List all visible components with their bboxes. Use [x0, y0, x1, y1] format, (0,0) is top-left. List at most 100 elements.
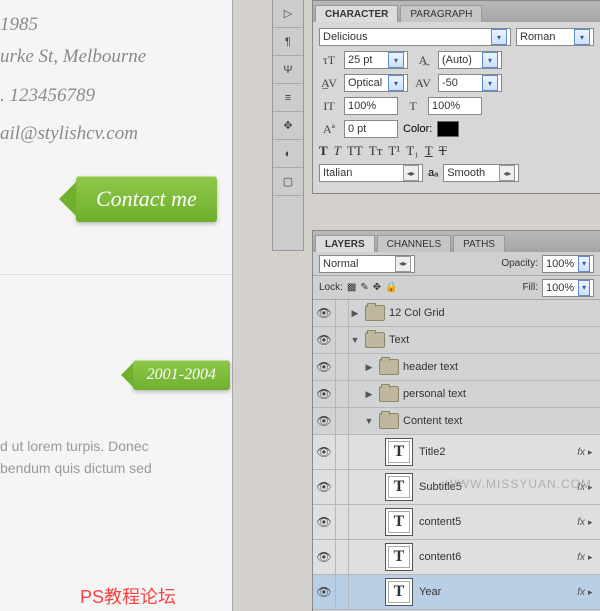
tab-character[interactable]: CHARACTER [315, 5, 398, 22]
blend-mode-select[interactable]: Normal◂▸ [319, 255, 415, 273]
text-layer-icon: T [385, 543, 413, 571]
fill-select[interactable]: 100%▾ [542, 279, 594, 297]
cv-phone: . 123456789 [0, 81, 232, 113]
cv-address: urke St, Melbourne [0, 42, 232, 74]
lock-position-icon[interactable]: ✥ [373, 282, 381, 293]
group-label: Content text [403, 415, 600, 427]
faux-italic-button[interactable]: T [334, 143, 341, 159]
opacity-select[interactable]: 100%▾ [542, 255, 594, 273]
tracking-icon: AV [413, 74, 433, 92]
fx-badge[interactable]: fx [577, 552, 588, 563]
group-12-col-grid[interactable]: 👁 ▶ 12 Col Grid [313, 300, 600, 327]
tab-channels[interactable]: CHANNELS [377, 235, 451, 252]
lock-pixels-icon[interactable]: ✎ [360, 282, 368, 293]
vscale-input[interactable] [344, 97, 398, 115]
visibility-toggle[interactable]: 👁 [313, 408, 336, 434]
fx-badge[interactable]: fx [577, 587, 588, 598]
lock-all-icon[interactable]: 🔒 [385, 282, 397, 293]
fx-twisty-icon[interactable]: ▸ [588, 447, 600, 458]
all-caps-button[interactable]: TT [347, 143, 363, 159]
fx-twisty-icon[interactable]: ▸ [588, 517, 600, 528]
leading-select[interactable]: (Auto)▾ [438, 51, 502, 69]
opacity-label: Opacity: [501, 258, 538, 269]
document-canvas[interactable]: 1985 urke St, Melbourne . 123456789 ail@… [0, 0, 233, 611]
color-swatch[interactable] [437, 121, 459, 137]
font-size-select[interactable]: 25 pt▾ [344, 51, 408, 69]
underline-button[interactable]: T [425, 143, 433, 159]
tool-contrast-icon[interactable]: ◐ [273, 140, 303, 168]
font-family-select[interactable]: Delicious▾ [319, 28, 511, 46]
section-divider [0, 274, 232, 275]
fx-twisty-icon[interactable]: ▸ [588, 587, 600, 598]
subscript-button[interactable]: T₁ [406, 143, 418, 159]
group-label: Text [389, 334, 600, 346]
hscale-input[interactable] [428, 97, 482, 115]
lock-label: Lock: [319, 282, 343, 293]
fx-badge[interactable]: fx [577, 517, 588, 528]
layer-title2[interactable]: 👁 T Title2 fx▸ [313, 435, 600, 470]
layer-year[interactable]: 👁 T Year fx▸ [313, 575, 600, 610]
layer-label: Year [419, 586, 577, 598]
strikethrough-button[interactable]: T [439, 143, 447, 159]
tool-stamp-icon[interactable]: ✥ [273, 112, 303, 140]
year-range-ribbon: 2001-2004 [133, 360, 230, 390]
watermark-cn-1: PS教程论坛 [80, 583, 176, 609]
tool-brush-icon[interactable]: Ψ [273, 56, 303, 84]
folder-icon [379, 359, 399, 375]
hscale-icon: T [403, 97, 423, 115]
twisty-closed-icon[interactable]: ▶ [363, 389, 375, 400]
tab-paragraph[interactable]: PARAGRAPH [400, 5, 482, 22]
small-caps-button[interactable]: Tᴛ [369, 143, 383, 159]
tracking-select[interactable]: -50▾ [438, 74, 502, 92]
folder-icon [379, 386, 399, 402]
baseline-input[interactable] [344, 120, 398, 138]
tab-paths[interactable]: PATHS [453, 235, 505, 252]
aa-label: aₐ [428, 167, 438, 179]
tool-align-icon[interactable]: ≡ [273, 84, 303, 112]
tool-paragraph-icon[interactable]: ¶ [273, 28, 303, 56]
visibility-toggle[interactable]: 👁 [313, 575, 336, 609]
folder-icon [365, 332, 385, 348]
visibility-toggle[interactable]: 👁 [313, 435, 336, 469]
twisty-open-icon[interactable]: ▼ [349, 335, 361, 345]
character-panel[interactable]: CHARACTER PARAGRAPH Delicious▾ Roman▾ τT… [312, 0, 600, 194]
layers-panel[interactable]: LAYERS CHANNELS PATHS Normal◂▸ Opacity: … [312, 230, 600, 611]
lorem-line-2: bendum quis dictum sed [0, 458, 230, 480]
font-size-icon: τT [319, 51, 339, 69]
layer-content5[interactable]: 👁 T content5 fx▸ [313, 505, 600, 540]
twisty-closed-icon[interactable]: ▶ [363, 362, 375, 373]
fx-twisty-icon[interactable]: ▸ [588, 552, 600, 563]
text-layer-icon: T [385, 508, 413, 536]
visibility-toggle[interactable]: 👁 [313, 354, 336, 380]
faux-bold-button[interactable]: T [319, 143, 328, 159]
tool-square-icon[interactable]: ▢ [273, 168, 303, 196]
twisty-open-icon[interactable]: ▼ [363, 416, 375, 426]
visibility-toggle[interactable]: 👁 [313, 505, 336, 539]
tool-play-icon[interactable]: ▷ [273, 0, 303, 28]
baseline-icon: Aª [319, 120, 339, 138]
group-content-text[interactable]: 👁 ▼ Content text [313, 408, 600, 435]
lock-transparency-icon[interactable]: ▩ [347, 282, 356, 293]
visibility-toggle[interactable]: 👁 [313, 470, 336, 504]
language-select[interactable]: Italian◂▸ [319, 164, 423, 182]
antialias-select[interactable]: Smooth◂▸ [443, 164, 519, 182]
visibility-toggle[interactable]: 👁 [313, 300, 336, 326]
folder-icon [365, 305, 385, 321]
fx-badge[interactable]: fx [577, 447, 588, 458]
visibility-toggle[interactable]: 👁 [313, 540, 336, 574]
group-personal-text[interactable]: 👁 ▶ personal text [313, 381, 600, 408]
twisty-closed-icon[interactable]: ▶ [349, 308, 361, 319]
contact-me-ribbon[interactable]: Contact me [76, 176, 217, 222]
superscript-button[interactable]: T¹ [388, 143, 400, 159]
docked-toolbar[interactable]: ▷ ¶ Ψ ≡ ✥ ◐ ▢ [272, 0, 304, 251]
group-header-text[interactable]: 👁 ▶ header text [313, 354, 600, 381]
font-style-select[interactable]: Roman▾ [516, 28, 594, 46]
visibility-toggle[interactable]: 👁 [313, 327, 336, 353]
layer-content6[interactable]: 👁 T content6 fx▸ [313, 540, 600, 575]
visibility-toggle[interactable]: 👁 [313, 381, 336, 407]
group-text[interactable]: 👁 ▼ Text [313, 327, 600, 354]
text-layer-icon: T [385, 438, 413, 466]
fill-label: Fill: [522, 282, 538, 293]
tab-layers[interactable]: LAYERS [315, 235, 375, 252]
kerning-mode-select[interactable]: Optical▾ [344, 74, 408, 92]
